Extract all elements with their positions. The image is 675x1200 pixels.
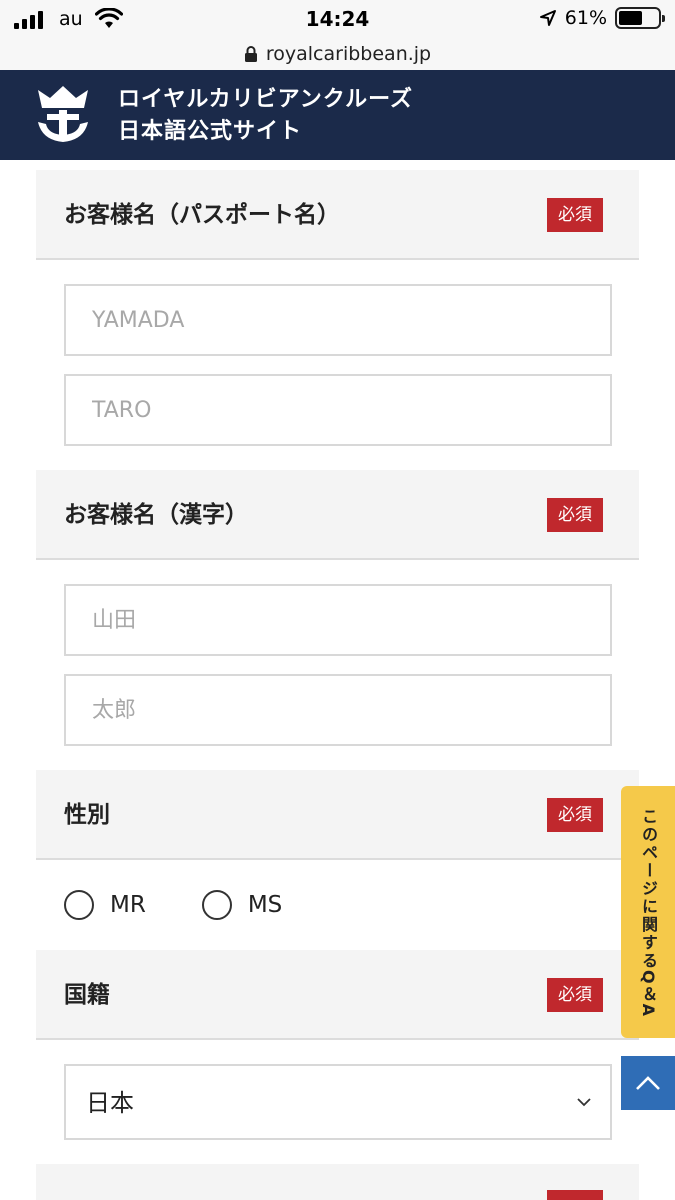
chevron-down-icon — [577, 1098, 591, 1107]
section-title: 性別 — [64, 802, 110, 828]
brand-line-2: 日本語公式サイト — [118, 119, 303, 144]
kanji-last-name-input[interactable] — [64, 584, 612, 656]
required-badge-partial — [547, 1190, 603, 1200]
radio-label: MR — [110, 892, 146, 918]
url-text: royalcaribbean.jp — [265, 43, 432, 65]
section-kanji-name: お客様名（漢字） 必須 — [36, 470, 639, 560]
crown-anchor-logo-icon[interactable] — [34, 84, 92, 144]
radio-button[interactable] — [64, 890, 94, 920]
radio-button[interactable] — [201, 890, 232, 920]
address-bar[interactable]: royalcaribbean.jp — [0, 38, 675, 70]
battery-percent: 61% — [564, 7, 607, 29]
status-bar: au 14:24 61% — [0, 0, 675, 38]
required-badge: 必須 — [547, 498, 603, 532]
section-gender: 性別 必須 — [36, 770, 639, 860]
section-title: 国籍 — [64, 982, 110, 1008]
section-next-partial — [36, 1164, 639, 1200]
battery-fill — [619, 11, 643, 25]
lock-icon — [244, 46, 257, 62]
section-passport-name: お客様名（パスポート名） 必須 — [36, 170, 639, 260]
nationality-select[interactable]: 日本 — [64, 1064, 612, 1140]
section-nationality: 国籍 必須 — [36, 950, 639, 1040]
section-title: お客様名（漢字） — [64, 502, 248, 528]
page-qa-tab[interactable]: このページに関するQ＆A — [621, 786, 675, 1038]
gender-option-ms[interactable]: MS — [201, 890, 283, 920]
chevron-up-icon — [636, 1076, 660, 1090]
select-value: 日本 — [86, 1089, 134, 1117]
radio-label: MS — [247, 892, 283, 918]
back-to-top-button[interactable] — [621, 1056, 675, 1110]
passport-first-name-input[interactable] — [64, 374, 612, 446]
gender-option-mr[interactable]: MR — [64, 890, 146, 920]
required-badge: 必須 — [547, 198, 603, 232]
required-badge: 必須 — [547, 798, 603, 832]
passport-last-name-input[interactable] — [64, 284, 612, 356]
status-right: 61% — [539, 7, 665, 29]
required-badge: 必須 — [547, 978, 603, 1012]
qa-tab-label: このページに関するQ＆A — [639, 808, 658, 1018]
gender-radio-group: MR MS — [36, 860, 639, 950]
passport-name-fields — [36, 260, 639, 470]
brand-line-1: ロイヤルカリビアンクルーズ — [118, 87, 414, 112]
booking-form: お客様名（パスポート名） 必須 お客様名（漢字） 必須 性別 必須 MR MS … — [36, 170, 639, 1200]
kanji-first-name-input[interactable] — [64, 674, 612, 746]
site-header: ロイヤルカリビアンクルーズ 日本語公式サイト — [0, 70, 675, 160]
kanji-name-fields — [36, 560, 639, 770]
nationality-field: 日本 — [36, 1040, 639, 1164]
location-arrow-icon — [539, 10, 556, 26]
battery-icon — [615, 7, 665, 29]
section-title: お客様名（パスポート名） — [64, 202, 340, 228]
brand-name[interactable]: ロイヤルカリビアンクルーズ 日本語公式サイト — [118, 84, 413, 148]
